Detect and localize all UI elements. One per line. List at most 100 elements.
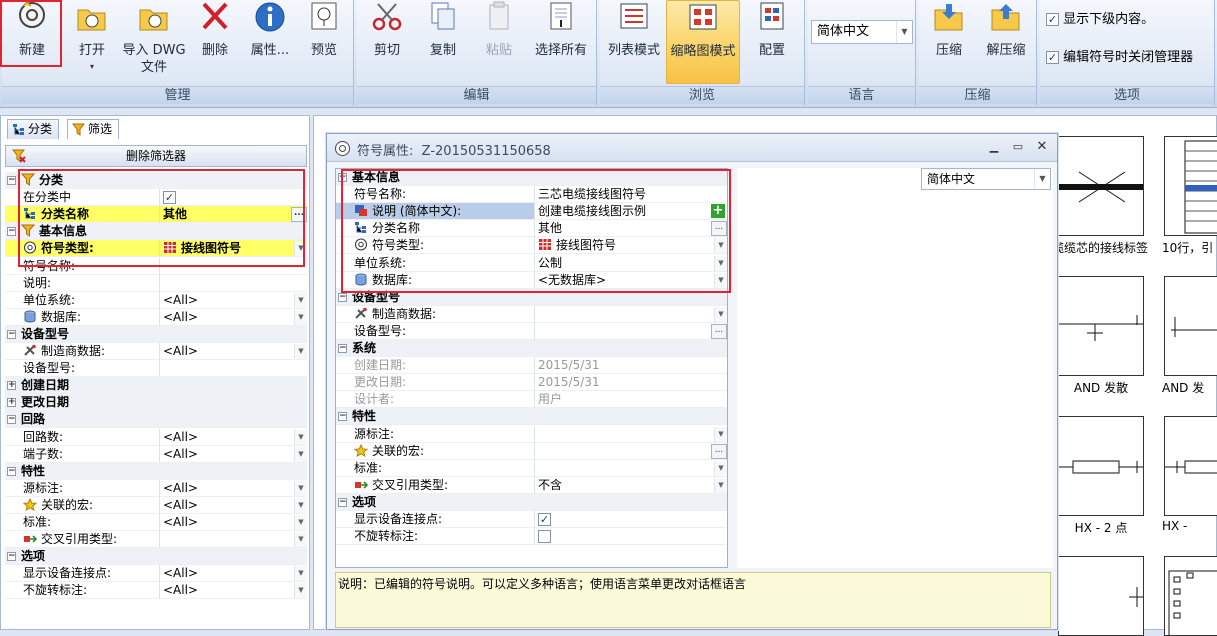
collapse-icon[interactable]: − <box>338 292 347 302</box>
open-button[interactable]: 打开 ▾ <box>64 0 120 84</box>
expand-icon[interactable]: + <box>7 381 16 391</box>
property-row[interactable]: 制造商数据: <All> ▼ <box>5 343 307 360</box>
property-row[interactable]: 端子数: <All> ▼ <box>5 445 307 463</box>
property-row[interactable]: 设计者: 用户 <box>336 391 727 409</box>
property-row[interactable]: 标准: <All> ▼ <box>5 514 307 531</box>
collapse-icon[interactable]: − <box>338 344 347 353</box>
property-value[interactable] <box>534 528 727 546</box>
chevron-down-icon[interactable]: ▼ <box>294 446 307 462</box>
property-value[interactable]: <All> ▼ <box>159 565 307 583</box>
open-dropdown-icon[interactable]: ▾ <box>64 62 120 71</box>
configure-button[interactable]: 配置 <box>744 0 800 84</box>
language-combo[interactable]: 简体中文 ▼ <box>811 20 913 44</box>
thumbnail-item[interactable] <box>1058 136 1144 236</box>
chevron-down-icon[interactable]: ▼ <box>714 426 727 442</box>
property-value[interactable]: <All> ▼ <box>159 582 307 600</box>
collapse-icon[interactable]: − <box>7 552 16 562</box>
option-close-manager[interactable]: ✓ 编辑符号时关闭管理器 <box>1046 46 1193 65</box>
paste-button[interactable]: 粘贴 <box>471 0 527 84</box>
chevron-down-icon[interactable]: ▼ <box>294 566 307 582</box>
property-row[interactable]: 关联的宏:... <box>336 442 727 460</box>
checkbox[interactable]: ✓ <box>538 513 551 526</box>
thumbnail-item[interactable] <box>1058 556 1144 636</box>
property-row[interactable]: 显示设备连接点: ✓ <box>336 511 727 528</box>
compress-button[interactable]: 压缩 <box>921 0 977 84</box>
property-value[interactable]: 2015/5/31 <box>534 357 727 375</box>
property-row[interactable]: 关联的宏: <All> ▼ <box>5 496 307 514</box>
property-row[interactable]: 更改日期: 2015/5/31 <box>336 374 727 392</box>
thumbnail-mode-button[interactable]: 缩略图模式 <box>666 0 740 84</box>
property-value[interactable]: <All> ▼ <box>159 514 307 531</box>
dialog-titlebar[interactable]: 符号属性: Z-20150531150658 ▁ ▭ ✕ <box>327 134 1057 162</box>
property-row[interactable]: 不旋转标注: <box>336 528 727 546</box>
property-value[interactable]: ▼ <box>534 425 727 443</box>
delete-filter-button[interactable]: 删除筛选器 <box>5 145 307 167</box>
property-category[interactable]: − 特性 <box>336 408 727 426</box>
property-category[interactable]: − 特性 <box>5 462 307 480</box>
property-row[interactable]: 标准: ▼ <box>336 459 727 477</box>
chevron-down-icon[interactable]: ▼ <box>294 583 307 599</box>
thumbnail-item[interactable] <box>1058 276 1144 376</box>
property-value[interactable]: <All> ▼ <box>159 343 307 360</box>
property-row[interactable]: 不旋转标注: <All> ▼ <box>5 582 307 600</box>
list-mode-button[interactable]: 列表模式 <box>602 0 666 84</box>
property-value[interactable]: 不含 ▼ <box>534 476 727 494</box>
option-show-sub[interactable]: ✓ 显示下级内容。 <box>1046 8 1154 27</box>
chevron-down-icon[interactable]: ▼ <box>294 344 307 359</box>
thumbnail-item[interactable] <box>1058 416 1144 516</box>
collapse-icon[interactable]: − <box>7 329 16 339</box>
thumbnail-item[interactable] <box>1164 416 1217 516</box>
property-value[interactable]: <All> ▼ <box>159 308 307 326</box>
property-category[interactable]: − 选项 <box>336 493 727 511</box>
delete-button[interactable]: 删除 <box>188 0 242 84</box>
property-row[interactable]: 交叉引用类型: ▼ <box>5 531 307 549</box>
tab-filter[interactable]: 筛选 <box>67 119 120 139</box>
property-row[interactable]: 设备型号:... <box>336 322 727 340</box>
show-sub-checkbox[interactable]: ✓ <box>1046 13 1059 26</box>
property-value[interactable]: ▼ <box>534 459 727 477</box>
property-value[interactable]: <All> ▼ <box>159 479 307 497</box>
property-value[interactable]: ▼ <box>534 305 727 323</box>
property-row[interactable]: 回路数: <All> ▼ <box>5 428 307 446</box>
property-value[interactable]: ... <box>534 322 727 340</box>
select-all-button[interactable]: 选择所有 <box>527 0 595 84</box>
property-row[interactable]: 交叉引用类型: 不含 ▼ <box>336 476 727 494</box>
chevron-down-icon[interactable]: ▼ <box>294 309 307 325</box>
property-category[interactable]: − 回路 <box>5 411 307 429</box>
property-value[interactable]: ▼ <box>159 531 307 549</box>
ellipsis-button[interactable]: ... <box>711 323 727 339</box>
chevron-down-icon[interactable]: ▼ <box>294 497 307 513</box>
property-category[interactable]: − 选项 <box>5 548 307 566</box>
close-manager-checkbox[interactable]: ✓ <box>1046 51 1059 64</box>
collapse-icon[interactable]: − <box>338 497 347 507</box>
checkbox[interactable] <box>538 530 551 544</box>
property-category[interactable]: + 创建日期 <box>5 377 307 395</box>
property-row[interactable]: 制造商数据: ▼ <box>336 305 727 323</box>
property-value[interactable]: 2015/5/31 <box>534 374 727 392</box>
property-category[interactable]: + 更改日期 <box>5 394 307 412</box>
property-row[interactable]: 数据库: <All> ▼ <box>5 308 307 326</box>
thumbnail-item[interactable] <box>1164 556 1217 636</box>
minimize-icon[interactable]: ▁ <box>985 139 1003 155</box>
chevron-down-icon[interactable]: ▼ <box>714 477 727 493</box>
close-icon[interactable]: ✕ <box>1033 139 1051 155</box>
collapse-icon[interactable]: − <box>7 176 16 185</box>
ellipsis-button[interactable]: ... <box>711 443 727 459</box>
maximize-icon[interactable]: ▭ <box>1009 139 1027 155</box>
collapse-icon[interactable]: − <box>7 227 16 237</box>
properties-button[interactable]: 属性... <box>242 0 298 84</box>
property-value[interactable]: ✓ <box>534 511 727 528</box>
property-value[interactable]: ... <box>534 442 727 460</box>
decompress-button[interactable]: 解压缩 <box>977 0 1035 84</box>
chevron-down-icon[interactable]: ▼ <box>294 429 307 445</box>
property-row[interactable]: 创建日期: 2015/5/31 <box>336 357 727 375</box>
property-value[interactable]: <All> ▼ <box>159 496 307 514</box>
chevron-down-icon[interactable]: ▼ <box>294 480 307 496</box>
import-dwg-button[interactable]: 导入 DWG 文件 <box>120 0 188 84</box>
chevron-down-icon[interactable]: ▼ <box>714 460 727 476</box>
cut-button[interactable]: 剪切 <box>359 0 415 84</box>
property-row[interactable]: 设备型号: <box>5 360 307 378</box>
property-value[interactable]: <All> ▼ <box>159 445 307 463</box>
tab-categories[interactable]: 分类 <box>7 119 60 139</box>
property-value[interactable]: 用户 <box>534 391 727 409</box>
